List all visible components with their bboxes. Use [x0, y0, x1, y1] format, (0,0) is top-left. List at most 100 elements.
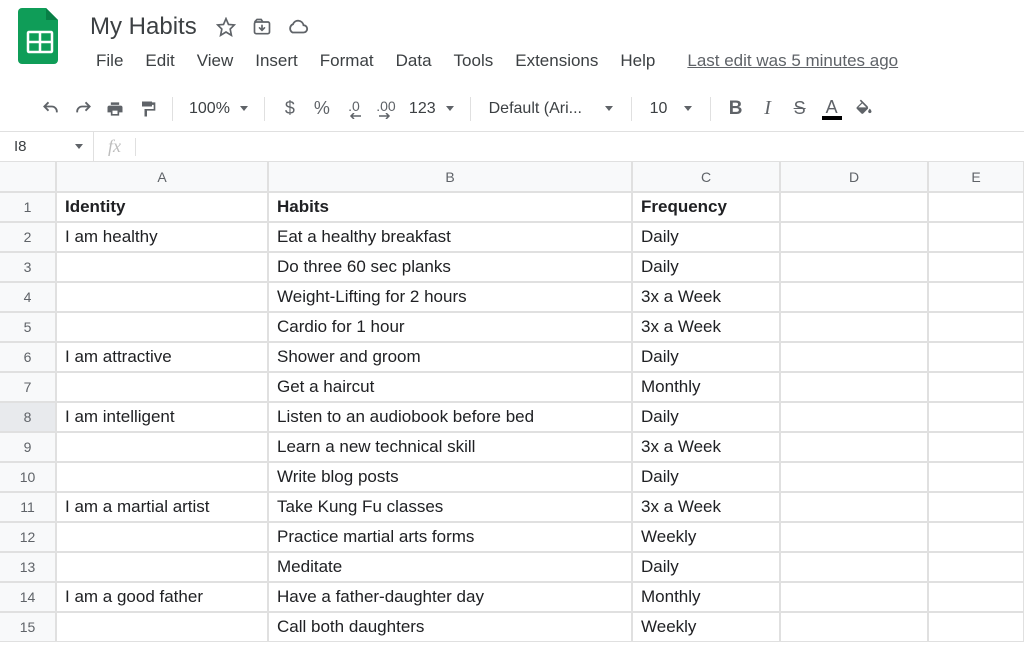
- cell-D8[interactable]: [780, 402, 928, 432]
- cell-E7[interactable]: [928, 372, 1024, 402]
- text-color-button[interactable]: A: [817, 94, 847, 124]
- cell-A3[interactable]: [56, 252, 268, 282]
- cell-B11[interactable]: Take Kung Fu classes: [268, 492, 632, 522]
- cell-D7[interactable]: [780, 372, 928, 402]
- row-header-1[interactable]: 1: [0, 192, 56, 222]
- cell-A10[interactable]: [56, 462, 268, 492]
- cell-E8[interactable]: [928, 402, 1024, 432]
- row-header-13[interactable]: 13: [0, 552, 56, 582]
- menu-extensions[interactable]: Extensions: [505, 47, 608, 75]
- font-size-select[interactable]: 10: [642, 100, 700, 118]
- cell-D2[interactable]: [780, 222, 928, 252]
- cell-B9[interactable]: Learn a new technical skill: [268, 432, 632, 462]
- undo-icon[interactable]: [36, 94, 66, 124]
- cell-C2[interactable]: Daily: [632, 222, 780, 252]
- formula-input[interactable]: [136, 132, 1024, 161]
- cell-A5[interactable]: [56, 312, 268, 342]
- cell-E14[interactable]: [928, 582, 1024, 612]
- cell-C11[interactable]: 3x a Week: [632, 492, 780, 522]
- cell-C9[interactable]: 3x a Week: [632, 432, 780, 462]
- cell-B7[interactable]: Get a haircut: [268, 372, 632, 402]
- cell-C8[interactable]: Daily: [632, 402, 780, 432]
- row-header-5[interactable]: 5: [0, 312, 56, 342]
- cell-A2[interactable]: I am healthy: [56, 222, 268, 252]
- cell-B10[interactable]: Write blog posts: [268, 462, 632, 492]
- more-formats-button[interactable]: 123: [403, 100, 460, 118]
- cell-A14[interactable]: I am a good father: [56, 582, 268, 612]
- cell-A6[interactable]: I am attractive: [56, 342, 268, 372]
- column-header-C[interactable]: C: [632, 162, 780, 192]
- row-header-6[interactable]: 6: [0, 342, 56, 372]
- row-header-7[interactable]: 7: [0, 372, 56, 402]
- print-icon[interactable]: [100, 94, 130, 124]
- cell-E2[interactable]: [928, 222, 1024, 252]
- row-header-8[interactable]: 8: [0, 402, 56, 432]
- row-header-4[interactable]: 4: [0, 282, 56, 312]
- name-box[interactable]: I8: [0, 132, 94, 161]
- cell-D1[interactable]: [780, 192, 928, 222]
- cell-A12[interactable]: [56, 522, 268, 552]
- row-header-3[interactable]: 3: [0, 252, 56, 282]
- cell-D11[interactable]: [780, 492, 928, 522]
- document-title[interactable]: My Habits: [86, 11, 201, 43]
- sheets-logo-icon[interactable]: [14, 10, 66, 62]
- cell-E9[interactable]: [928, 432, 1024, 462]
- cell-B12[interactable]: Practice martial arts forms: [268, 522, 632, 552]
- cell-B5[interactable]: Cardio for 1 hour: [268, 312, 632, 342]
- cell-A4[interactable]: [56, 282, 268, 312]
- cell-D15[interactable]: [780, 612, 928, 642]
- format-currency-button[interactable]: $: [275, 94, 305, 124]
- cell-A15[interactable]: [56, 612, 268, 642]
- font-family-select[interactable]: Default (Ari...: [481, 100, 621, 118]
- cell-C7[interactable]: Monthly: [632, 372, 780, 402]
- cell-C3[interactable]: Daily: [632, 252, 780, 282]
- cell-C4[interactable]: 3x a Week: [632, 282, 780, 312]
- cell-D6[interactable]: [780, 342, 928, 372]
- cell-E15[interactable]: [928, 612, 1024, 642]
- cell-A1[interactable]: Identity: [56, 192, 268, 222]
- cell-E11[interactable]: [928, 492, 1024, 522]
- row-header-12[interactable]: 12: [0, 522, 56, 552]
- paint-format-icon[interactable]: [132, 94, 162, 124]
- cell-C5[interactable]: 3x a Week: [632, 312, 780, 342]
- row-header-15[interactable]: 15: [0, 612, 56, 642]
- cell-D10[interactable]: [780, 462, 928, 492]
- row-header-9[interactable]: 9: [0, 432, 56, 462]
- cell-C1[interactable]: Frequency: [632, 192, 780, 222]
- cell-B6[interactable]: Shower and groom: [268, 342, 632, 372]
- cell-C15[interactable]: Weekly: [632, 612, 780, 642]
- cell-B2[interactable]: Eat a healthy breakfast: [268, 222, 632, 252]
- cell-A11[interactable]: I am a martial artist: [56, 492, 268, 522]
- cell-B3[interactable]: Do three 60 sec planks: [268, 252, 632, 282]
- menu-help[interactable]: Help: [610, 47, 665, 75]
- cell-D3[interactable]: [780, 252, 928, 282]
- cell-E12[interactable]: [928, 522, 1024, 552]
- cell-E6[interactable]: [928, 342, 1024, 372]
- cell-A8[interactable]: I am intelligent: [56, 402, 268, 432]
- cell-E1[interactable]: [928, 192, 1024, 222]
- cell-E13[interactable]: [928, 552, 1024, 582]
- increase-decimal-button[interactable]: .00: [371, 94, 401, 124]
- row-header-14[interactable]: 14: [0, 582, 56, 612]
- menu-insert[interactable]: Insert: [245, 47, 308, 75]
- decrease-decimal-button[interactable]: .0: [339, 94, 369, 124]
- menu-view[interactable]: View: [187, 47, 244, 75]
- cell-E10[interactable]: [928, 462, 1024, 492]
- cell-A7[interactable]: [56, 372, 268, 402]
- menu-format[interactable]: Format: [310, 47, 384, 75]
- fill-color-button[interactable]: [849, 94, 879, 124]
- cell-C13[interactable]: Daily: [632, 552, 780, 582]
- menu-edit[interactable]: Edit: [135, 47, 184, 75]
- last-edit-link[interactable]: Last edit was 5 minutes ago: [687, 51, 898, 71]
- cell-B1[interactable]: Habits: [268, 192, 632, 222]
- cell-E4[interactable]: [928, 282, 1024, 312]
- cell-D5[interactable]: [780, 312, 928, 342]
- menu-file[interactable]: File: [86, 47, 133, 75]
- redo-icon[interactable]: [68, 94, 98, 124]
- italic-button[interactable]: I: [753, 94, 783, 124]
- spreadsheet-grid[interactable]: ABCDE1IdentityHabitsFrequency2I am healt…: [0, 162, 1024, 642]
- cell-B14[interactable]: Have a father-daughter day: [268, 582, 632, 612]
- bold-button[interactable]: B: [721, 94, 751, 124]
- cell-D12[interactable]: [780, 522, 928, 552]
- row-header-2[interactable]: 2: [0, 222, 56, 252]
